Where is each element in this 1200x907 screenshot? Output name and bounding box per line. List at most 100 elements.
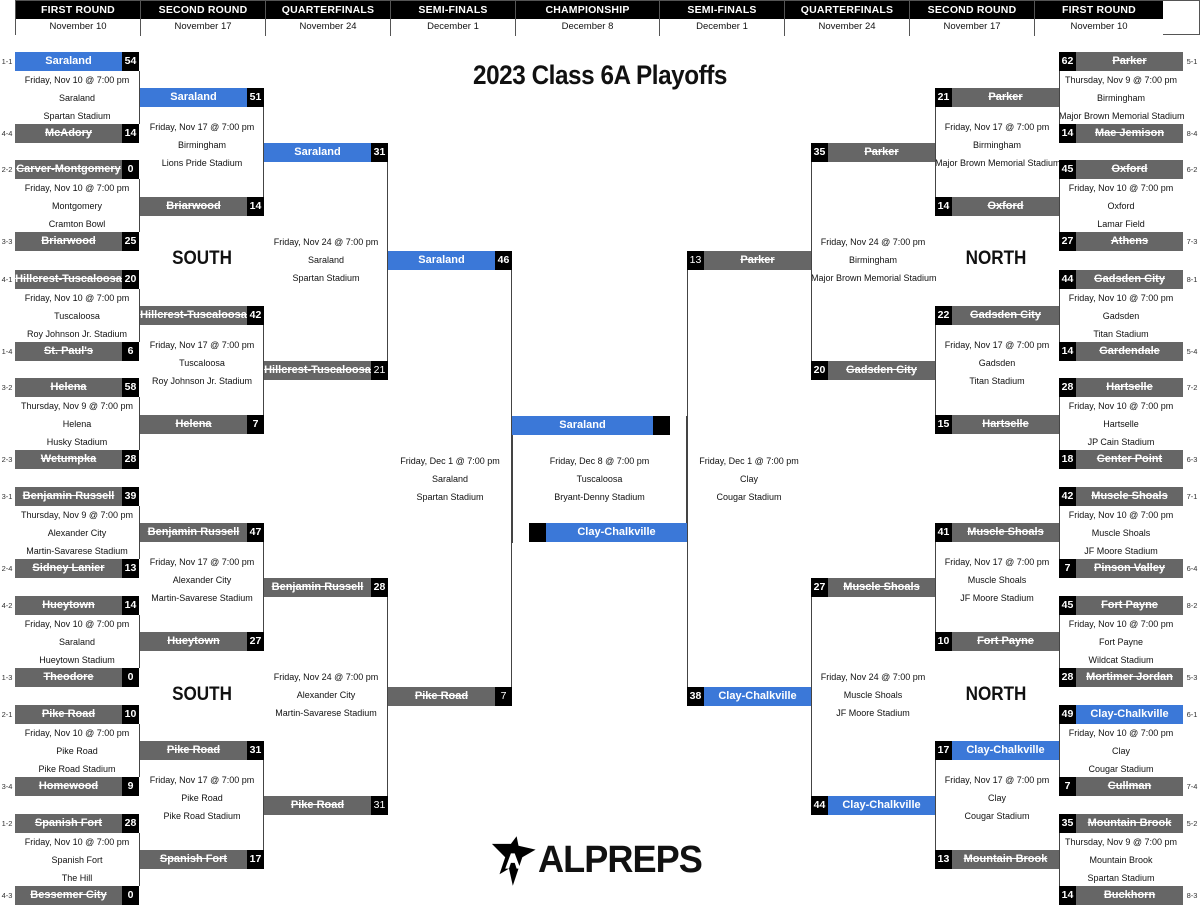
team-score: 25 [122, 232, 139, 251]
game-venue: Martin-Savarese Stadium [26, 546, 128, 556]
team-slot[interactable]: Wetumpka 28 [15, 450, 139, 469]
team-slot[interactable]: Spanish Fort 28 [15, 814, 139, 833]
game-datetime: Friday, Nov 17 @ 7:00 pm [149, 122, 255, 132]
team-slot[interactable]: Saraland 51 [140, 88, 264, 107]
round-date: November 17 [910, 19, 1034, 35]
logo-text: ALPREPS [537, 839, 703, 881]
team-slot[interactable]: Hillcrest-Tuscaloosa 21 [264, 361, 388, 380]
team-slot[interactable]: 45 Oxford [1059, 160, 1183, 179]
team-slot[interactable]: 42 Muscle Shoals [1059, 487, 1183, 506]
team-slot[interactable]: 41 Muscle Shoals [935, 523, 1059, 542]
page-title: 2023 Class 6A Playoffs [473, 60, 727, 90]
seed-label: 4-4 [1, 129, 13, 138]
team-slot[interactable]: Pike Road 31 [264, 796, 388, 815]
header-column: CHAMPIONSHIP December 8 [516, 1, 660, 36]
team-slot[interactable]: 44 Clay-Chalkville [811, 796, 935, 815]
team-slot[interactable]: 14 Oxford [935, 197, 1059, 216]
bracket-line [1059, 506, 1060, 559]
team-slot[interactable]: Pike Road 10 [15, 705, 139, 724]
team-slot[interactable]: Clay-Chalkville [529, 523, 687, 542]
team-slot[interactable]: 28 Mortimer Jordan [1059, 668, 1183, 687]
team-slot[interactable]: 13 Mountain Brook [935, 850, 1059, 869]
team-slot[interactable]: Theodore 0 [15, 668, 139, 687]
seed-label: 8-4 [1186, 129, 1198, 138]
team-slot[interactable]: Spanish Fort 17 [140, 850, 264, 869]
game-venue: Wildcat Stadium [1088, 655, 1154, 665]
game-city: Alexander City [172, 575, 232, 585]
team-score: 14 [122, 124, 139, 143]
region-label-north: NORTH [965, 248, 1027, 269]
team-slot[interactable]: Benjamin Russell 47 [140, 523, 264, 542]
team-name: Homewood [15, 777, 122, 796]
team-slot[interactable]: 21 Parker [935, 88, 1059, 107]
game-datetime: Friday, Nov 17 @ 7:00 pm [149, 340, 255, 350]
team-slot[interactable]: 27 Muscle Shoals [811, 578, 935, 597]
game-venue: Pike Road Stadium [163, 811, 241, 821]
team-slot[interactable]: 18 Center Point [1059, 450, 1183, 469]
team-slot[interactable]: Sidney Lanier 13 [15, 559, 139, 578]
game-city: Clay [739, 474, 758, 484]
team-slot[interactable]: Homewood 9 [15, 777, 139, 796]
team-slot[interactable]: Bessemer City 0 [15, 886, 139, 905]
team-slot[interactable]: 14 Mae Jemison [1059, 124, 1183, 143]
team-name: Benjamin Russell [15, 487, 122, 506]
team-slot[interactable]: Helena 58 [15, 378, 139, 397]
team-slot[interactable]: Saraland 54 [15, 52, 139, 71]
seed-label: 3-4 [1, 782, 13, 791]
team-slot[interactable]: Hueytown 14 [15, 596, 139, 615]
team-slot[interactable]: McAdory 14 [15, 124, 139, 143]
team-slot[interactable]: 7 Pinson Valley [1059, 559, 1183, 578]
team-score: 39 [122, 487, 139, 506]
team-slot[interactable]: 27 Athens [1059, 232, 1183, 251]
team-slot[interactable]: Benjamin Russell 39 [15, 487, 139, 506]
team-slot[interactable]: Pike Road 7 [388, 687, 512, 706]
team-slot[interactable]: St. Paul's 6 [15, 342, 139, 361]
game-venue: Pike Road Stadium [38, 764, 116, 774]
team-slot[interactable]: 35 Mountain Brook [1059, 814, 1183, 833]
team-slot[interactable]: Saraland 31 [264, 143, 388, 162]
team-slot[interactable]: Saraland [512, 416, 670, 435]
team-slot[interactable]: 44 Gadsden City [1059, 270, 1183, 289]
game-city: Alexander City [296, 690, 356, 700]
bracket-line [935, 325, 936, 415]
team-score: 31 [371, 143, 388, 162]
team-slot[interactable]: 10 Fort Payne [935, 632, 1059, 651]
team-name: McAdory [15, 124, 122, 143]
team-slot[interactable]: 35 Parker [811, 143, 935, 162]
team-slot[interactable]: Hueytown 27 [140, 632, 264, 651]
team-slot[interactable]: Briarwood 25 [15, 232, 139, 251]
round-name: FIRST ROUND [1035, 1, 1163, 19]
team-slot[interactable]: 62 Parker [1059, 52, 1183, 71]
team-slot[interactable]: 49 Clay-Chalkville [1059, 705, 1183, 724]
team-slot[interactable]: Saraland 46 [388, 251, 512, 270]
team-slot[interactable]: 7 Cullman [1059, 777, 1183, 796]
team-slot[interactable]: 20 Gadsden City [811, 361, 935, 380]
team-slot[interactable]: Briarwood 14 [140, 197, 264, 216]
team-name: Fort Payne [1076, 596, 1183, 615]
team-slot[interactable]: Helena 7 [140, 415, 264, 434]
team-name: Gardendale [1076, 342, 1183, 361]
team-name: Saraland [15, 52, 122, 71]
team-slot[interactable]: Benjamin Russell 28 [264, 578, 388, 597]
team-slot[interactable]: Hillcrest-Tuscaloosa 20 [15, 270, 139, 289]
team-slot[interactable]: Pike Road 31 [140, 741, 264, 760]
seed-label: 4-2 [1, 601, 13, 610]
team-name: Hartselle [952, 415, 1059, 434]
team-slot[interactable]: Carver-Montgomery 0 [15, 160, 139, 179]
game-city: Mountain Brook [1089, 855, 1153, 865]
game-venue: Roy Johnson Jr. Stadium [26, 329, 128, 339]
team-name: Pinson Valley [1076, 559, 1183, 578]
team-slot[interactable]: 13 Parker [687, 251, 811, 270]
team-slot[interactable]: 28 Hartselle [1059, 378, 1183, 397]
team-name: Oxford [952, 197, 1059, 216]
team-slot[interactable]: 38 Clay-Chalkville [687, 687, 811, 706]
team-slot[interactable]: 17 Clay-Chalkville [935, 741, 1059, 760]
team-slot[interactable]: Hillcrest-Tuscaloosa 42 [140, 306, 264, 325]
team-slot[interactable]: 14 Gardendale [1059, 342, 1183, 361]
team-slot[interactable]: 45 Fort Payne [1059, 596, 1183, 615]
team-slot[interactable]: 14 Buckhorn [1059, 886, 1183, 905]
team-score: 58 [122, 378, 139, 397]
team-name: Hillcrest-Tuscaloosa [264, 361, 371, 380]
team-slot[interactable]: 15 Hartselle [935, 415, 1059, 434]
team-slot[interactable]: 22 Gadsden City [935, 306, 1059, 325]
